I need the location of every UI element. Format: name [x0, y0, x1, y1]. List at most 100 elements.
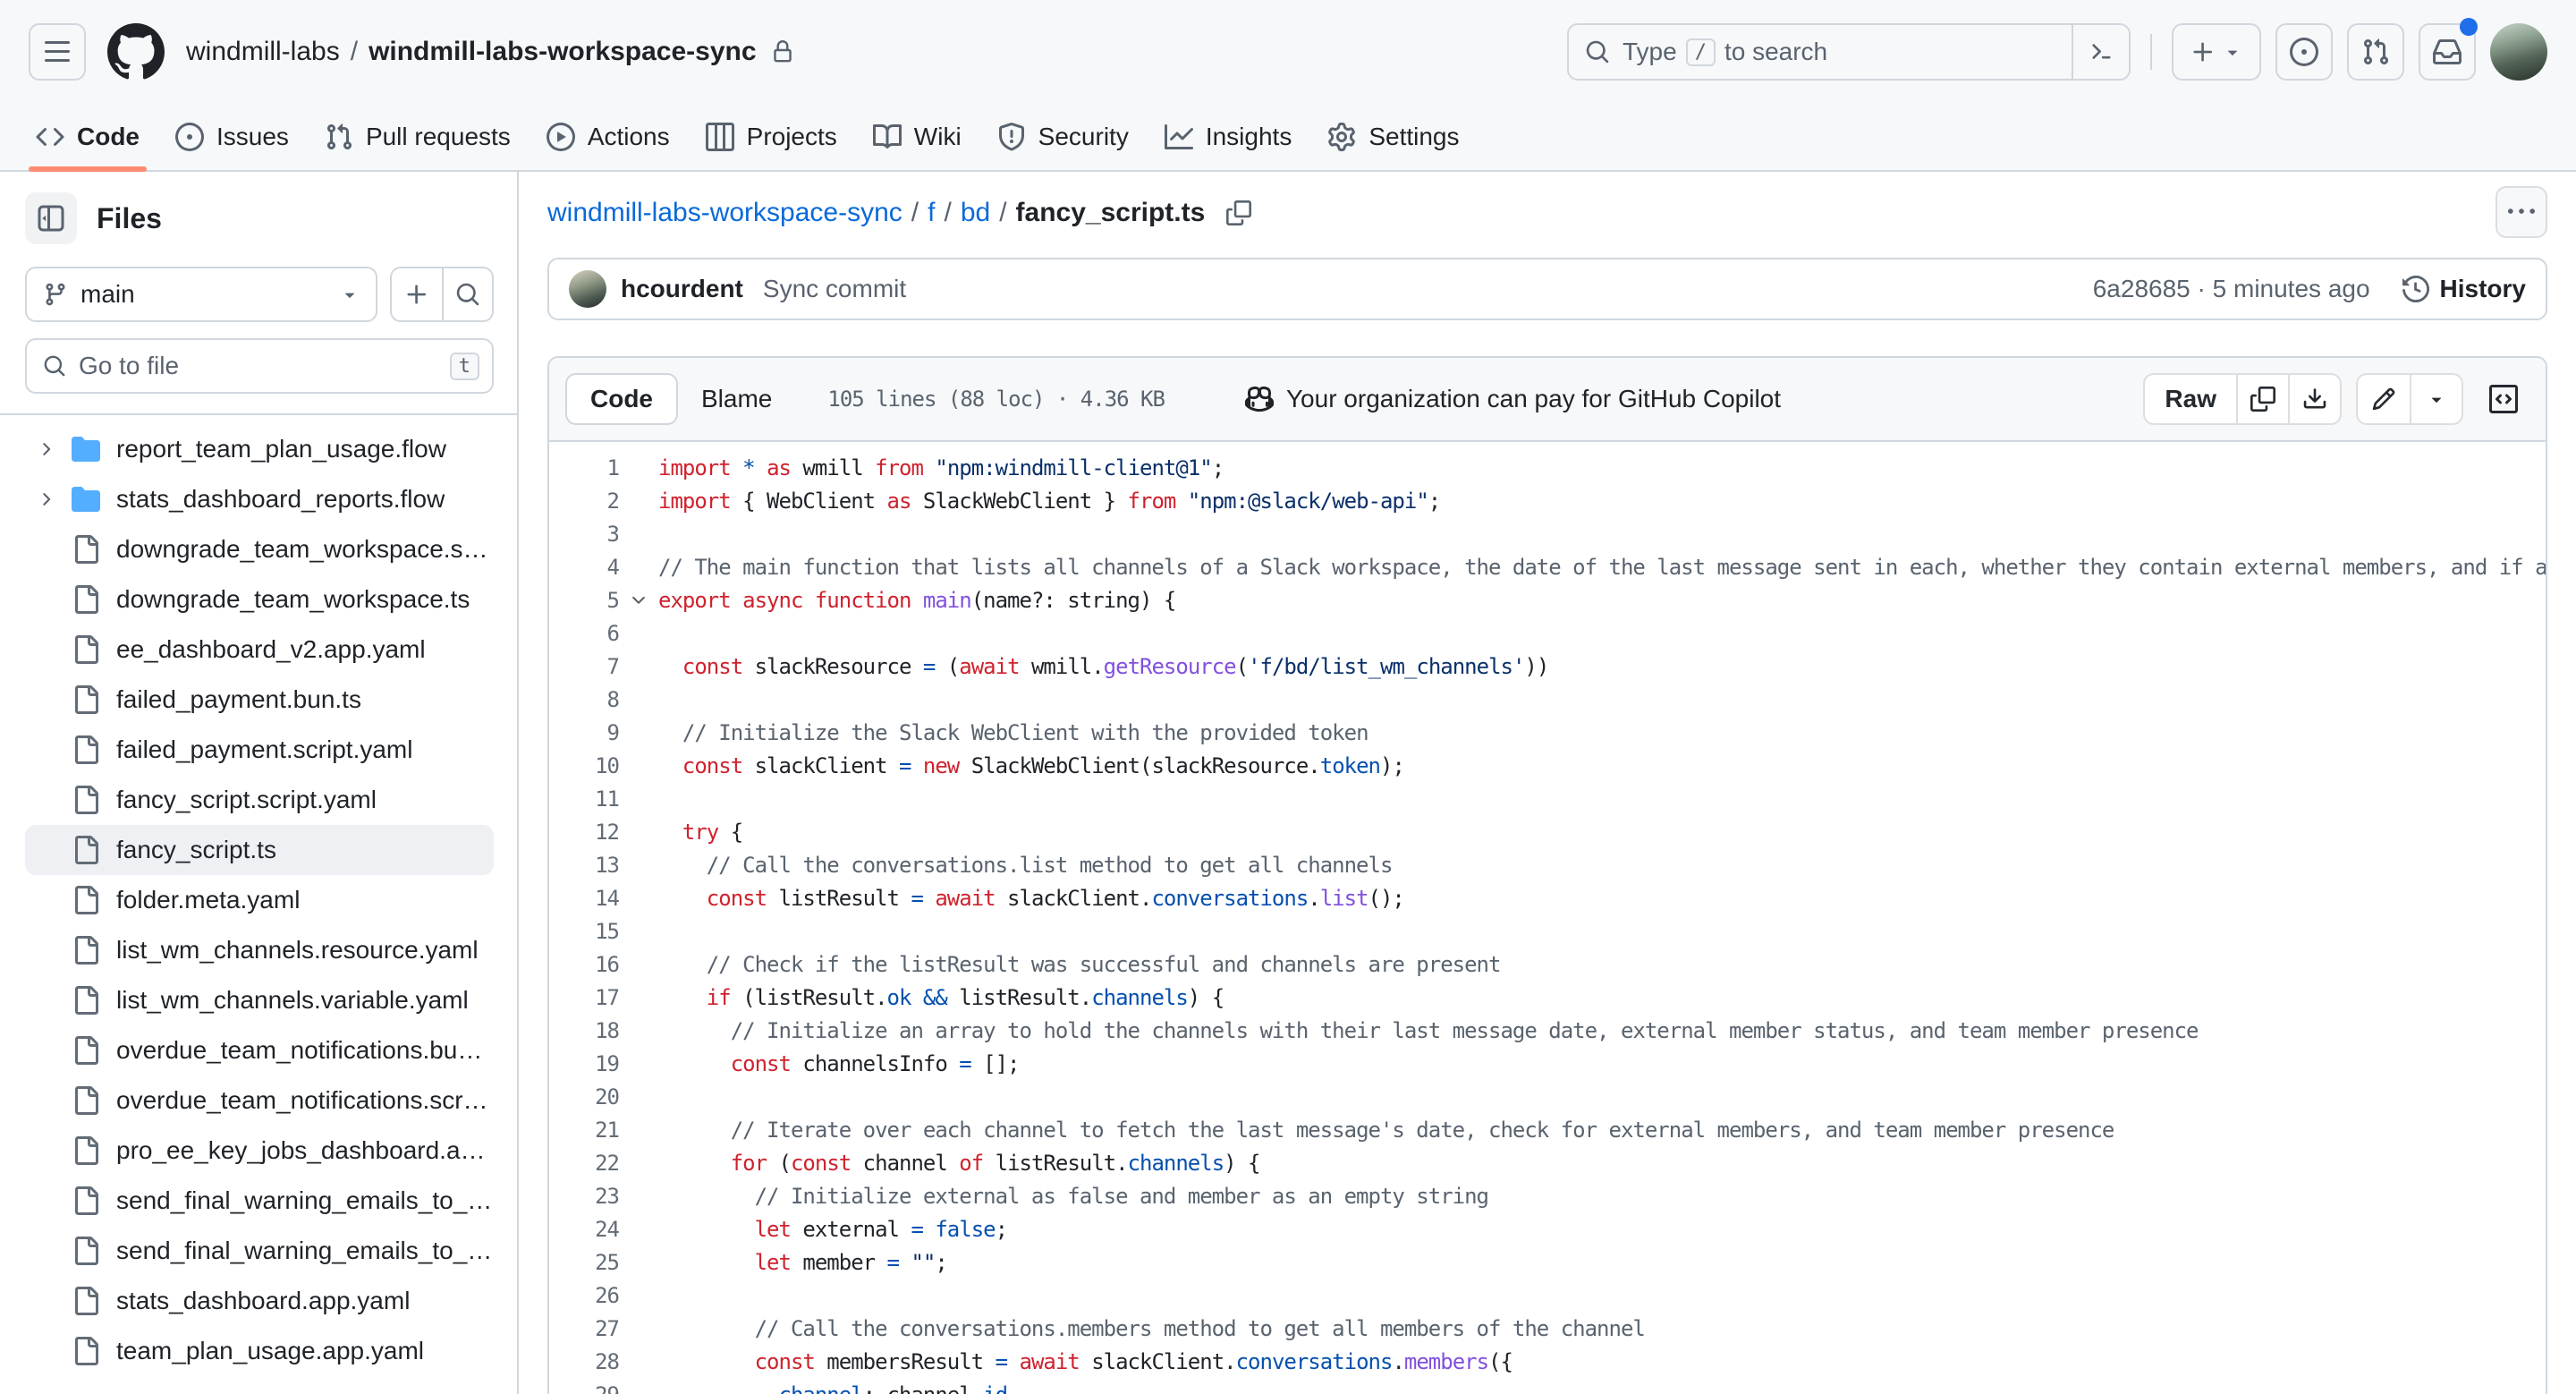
line-number[interactable]: 25	[549, 1250, 620, 1275]
tree-folder-stats-dashboard-reports-flow[interactable]: stats_dashboard_reports.flow	[25, 474, 494, 524]
line-number[interactable]: 26	[549, 1283, 620, 1308]
line-number[interactable]: 29	[549, 1382, 620, 1394]
code-line-29[interactable]: 29 channel: channel.id,	[549, 1378, 2546, 1394]
line-number[interactable]: 7	[549, 654, 620, 679]
tab-security[interactable]: Security	[983, 104, 1143, 170]
tree-folder-report-team-plan-usage-flow[interactable]: report_team_plan_usage.flow	[25, 424, 494, 474]
user-avatar[interactable]	[2490, 23, 2547, 81]
tree-file-overdue-team-notifications-scr-[interactable]: overdue_team_notifications.scr…	[25, 1075, 494, 1126]
line-number[interactable]: 19	[549, 1051, 620, 1076]
copy-path-button[interactable]	[1226, 200, 1252, 225]
commit-message[interactable]: Sync commit	[763, 275, 906, 303]
edit-dropdown-button[interactable]	[2410, 375, 2462, 423]
copy-raw-button[interactable]	[2236, 375, 2288, 423]
line-number[interactable]: 3	[549, 522, 620, 547]
chevron-right-icon[interactable]	[36, 439, 72, 459]
code-line-20[interactable]: 20	[549, 1080, 2546, 1113]
code-line-12[interactable]: 12 try {	[549, 815, 2546, 848]
create-new-button[interactable]	[2172, 23, 2261, 81]
line-number[interactable]: 5	[549, 588, 620, 613]
line-number[interactable]: 15	[549, 919, 620, 944]
tree-file-failed-payment-bun-ts[interactable]: failed_payment.bun.ts	[25, 675, 494, 725]
go-to-file-input[interactable]: Go to file t	[25, 338, 494, 394]
global-search-input[interactable]: Type / to search	[1567, 23, 2131, 81]
collapse-sidebar-button[interactable]	[25, 192, 77, 244]
line-number[interactable]: 2	[549, 489, 620, 514]
tab-issues[interactable]: Issues	[161, 104, 303, 170]
code-line-10[interactable]: 10 const slackClient = new SlackWebClien…	[549, 749, 2546, 782]
copilot-banner[interactable]: Your organization can pay for GitHub Cop…	[1244, 385, 1781, 413]
issues-header-button[interactable]	[2275, 23, 2333, 81]
line-number[interactable]: 4	[549, 555, 620, 580]
edit-button[interactable]	[2358, 375, 2410, 423]
tree-file-send-final-warning-emails-to-[interactable]: send_final_warning_emails_to_…	[25, 1226, 494, 1276]
code-line-23[interactable]: 23 // Initialize external as false and m…	[549, 1179, 2546, 1212]
github-logo-icon[interactable]	[107, 23, 165, 81]
line-number[interactable]: 13	[549, 853, 620, 878]
tree-file-pro-ee-key-jobs-dashboard-a-[interactable]: pro_ee_key_jobs_dashboard.a…	[25, 1126, 494, 1176]
tree-file-failed-payment-script-yaml[interactable]: failed_payment.script.yaml	[25, 725, 494, 775]
code-line-28[interactable]: 28 const membersResult = await slackClie…	[549, 1345, 2546, 1378]
pull-requests-header-button[interactable]	[2347, 23, 2404, 81]
code-line-4[interactable]: 4 // The main function that lists all cha…	[549, 550, 2546, 583]
breadcrumb-repo-link[interactable]: windmill-labs-workspace-sync	[547, 198, 902, 228]
code-line-19[interactable]: 19 const channelsInfo = [];	[549, 1047, 2546, 1080]
code-editor[interactable]: 1 import * as wmill from "npm:windmill-cl…	[549, 442, 2546, 1394]
code-line-24[interactable]: 24 let external = false;	[549, 1212, 2546, 1245]
more-options-button[interactable]	[2496, 186, 2547, 238]
hamburger-menu-button[interactable]	[29, 23, 86, 81]
line-number[interactable]: 22	[549, 1151, 620, 1176]
tree-file-team-plan-usage-app-yaml[interactable]: team_plan_usage.app.yaml	[25, 1326, 494, 1376]
history-button[interactable]: History	[2402, 275, 2526, 303]
commit-author[interactable]: hcourdent	[621, 275, 743, 303]
code-line-27[interactable]: 27 // Call the conversations.members met…	[549, 1312, 2546, 1345]
tab-projects[interactable]: Projects	[691, 104, 852, 170]
line-number[interactable]: 24	[549, 1217, 620, 1242]
line-number[interactable]: 21	[549, 1118, 620, 1143]
tree-file-fancy-script-script-yaml[interactable]: fancy_script.script.yaml	[25, 775, 494, 825]
code-line-9[interactable]: 9 // Initialize the Slack WebClient with…	[549, 716, 2546, 749]
line-number[interactable]: 27	[549, 1316, 620, 1341]
line-number[interactable]: 6	[549, 621, 620, 646]
line-number[interactable]: 28	[549, 1349, 620, 1374]
line-number[interactable]: 10	[549, 753, 620, 778]
code-line-21[interactable]: 21 // Iterate over each channel to fetch…	[549, 1113, 2546, 1146]
line-number[interactable]: 11	[549, 786, 620, 812]
line-number[interactable]: 20	[549, 1084, 620, 1109]
code-line-1[interactable]: 1 import * as wmill from "npm:windmill-cl…	[549, 451, 2546, 484]
tree-file-overdue-team-notifications-bu-[interactable]: overdue_team_notifications.bu…	[25, 1025, 494, 1075]
code-line-3[interactable]: 3	[549, 517, 2546, 550]
inbox-button[interactable]	[2419, 18, 2478, 81]
line-number[interactable]: 18	[549, 1018, 620, 1043]
tree-file-stats-dashboard-app-yaml[interactable]: stats_dashboard.app.yaml	[25, 1276, 494, 1326]
code-line-18[interactable]: 18 // Initialize an array to hold the ch…	[549, 1014, 2546, 1047]
tab-settings[interactable]: Settings	[1313, 104, 1473, 170]
code-line-2[interactable]: 2 import { WebClient as SlackWebClient } …	[549, 484, 2546, 517]
code-line-16[interactable]: 16 // Check if the listResult was succes…	[549, 948, 2546, 981]
line-number[interactable]: 12	[549, 820, 620, 845]
tab-insights[interactable]: Insights	[1150, 104, 1307, 170]
code-line-11[interactable]: 11	[549, 782, 2546, 815]
tree-file-list-wm-channels-resource-yaml[interactable]: list_wm_channels.resource.yaml	[25, 925, 494, 975]
search-this-repo-button[interactable]	[442, 268, 492, 320]
tree-file-send-final-warning-emails-to-[interactable]: send_final_warning_emails_to_…	[25, 1176, 494, 1226]
symbols-panel-button[interactable]	[2478, 373, 2529, 425]
code-line-13[interactable]: 13 // Call the conversations.list method…	[549, 848, 2546, 881]
chevron-right-icon[interactable]	[36, 489, 72, 509]
commit-meta[interactable]: 6a28685 · 5 minutes ago	[2093, 275, 2370, 303]
org-link[interactable]: windmill-labs	[186, 37, 340, 67]
line-number[interactable]: 14	[549, 886, 620, 911]
command-palette-button[interactable]	[2072, 25, 2129, 79]
branch-selector[interactable]: main	[25, 267, 377, 322]
code-line-5[interactable]: 5 export async function main(name?: strin…	[549, 583, 2546, 616]
tab-code[interactable]: Code	[21, 104, 154, 172]
code-line-15[interactable]: 15	[549, 914, 2546, 948]
code-line-22[interactable]: 22 for (const channel of listResult.chan…	[549, 1146, 2546, 1179]
download-button[interactable]	[2288, 375, 2340, 423]
tab-pull-requests[interactable]: Pull requests	[310, 104, 525, 170]
code-line-25[interactable]: 25 let member = "";	[549, 1245, 2546, 1279]
fold-chevron-down-icon[interactable]	[619, 591, 658, 610]
tab-blame[interactable]: Blame	[678, 373, 795, 425]
breadcrumb-dir-bd-link[interactable]: bd	[961, 198, 990, 228]
code-line-26[interactable]: 26	[549, 1279, 2546, 1312]
